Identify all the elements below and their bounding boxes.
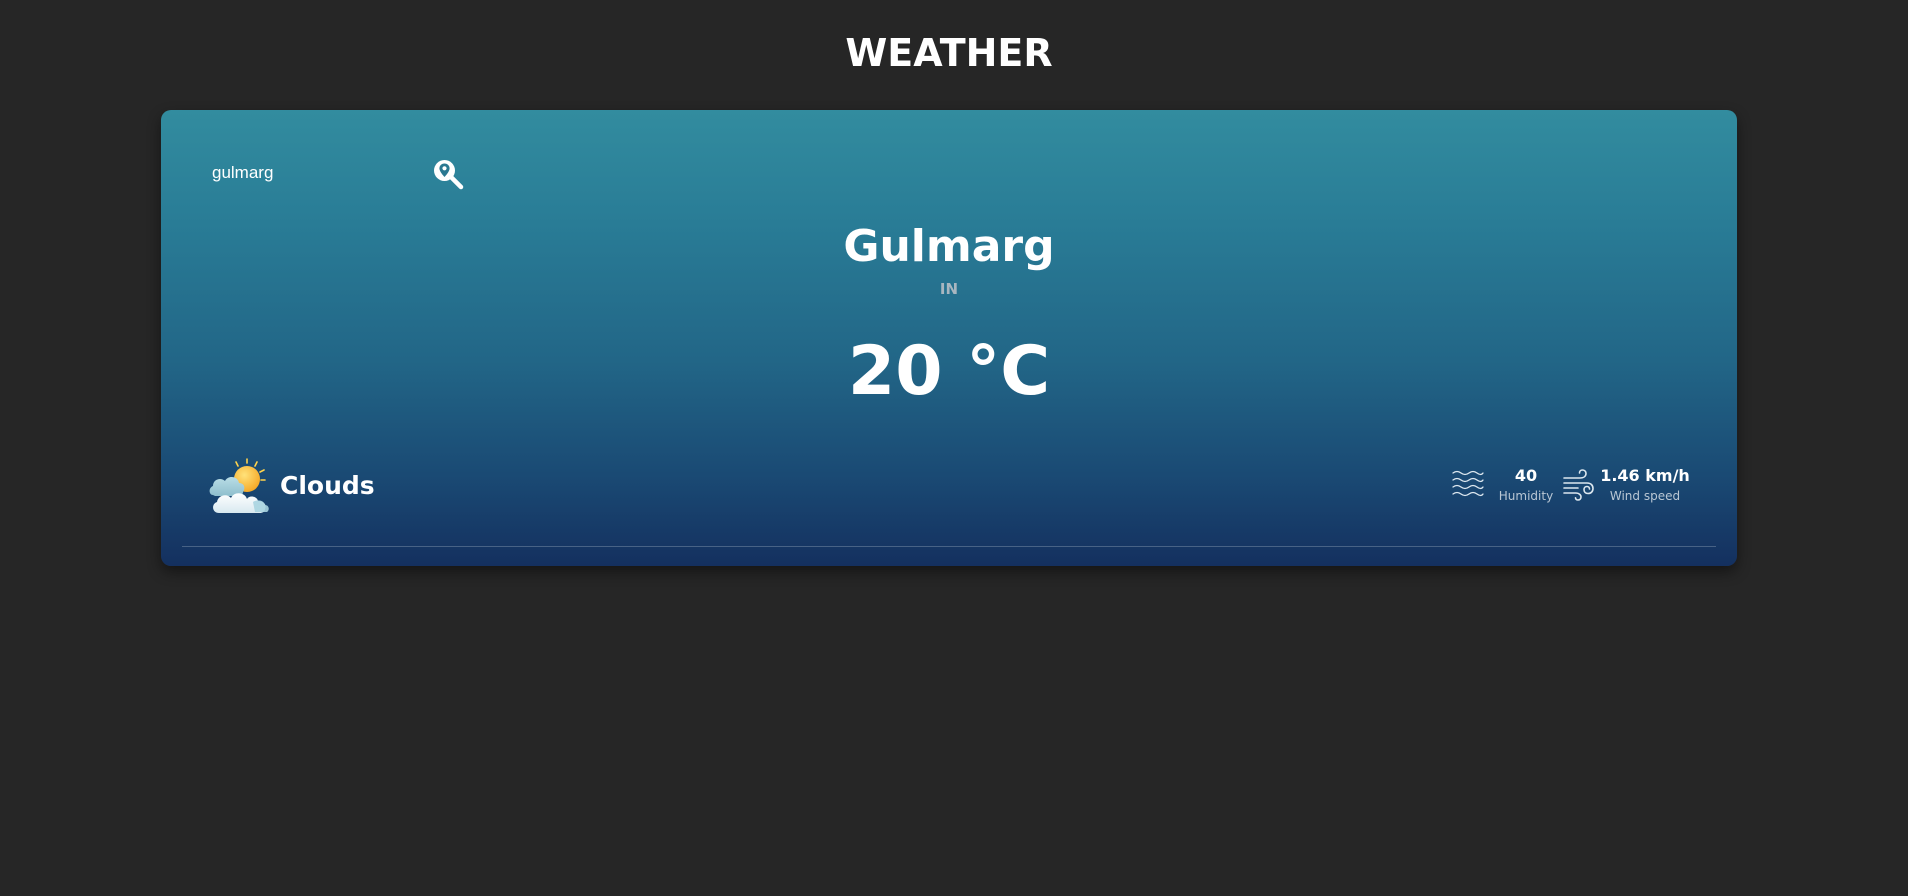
wind-icon (1563, 469, 1594, 501)
condition-text: Clouds (280, 471, 375, 500)
page-title: WEATHER (845, 31, 1053, 75)
humidity-label: Humidity (1498, 489, 1554, 503)
humidity-value: 40 (1514, 466, 1538, 485)
card-divider (182, 546, 1716, 547)
wind-speed-label: Wind speed (1609, 489, 1681, 503)
weather-card: Gulmarg IN 20 °C (161, 110, 1737, 566)
humidity-stat: 40 Humidity (1452, 466, 1562, 516)
country-code: IN (939, 280, 959, 298)
wind-speed-value: 1.46 km/h (1600, 466, 1690, 485)
search-button[interactable] (431, 157, 465, 191)
wind-stat: 1.46 km/h Wind speed (1562, 466, 1692, 516)
search-input[interactable] (210, 159, 434, 187)
sun-behind-clouds-icon (209, 458, 269, 513)
location-search-icon (434, 160, 464, 190)
temperature: 20 °C (847, 332, 1051, 411)
city-name: Gulmarg (843, 221, 1055, 272)
waves-icon (1452, 470, 1484, 497)
